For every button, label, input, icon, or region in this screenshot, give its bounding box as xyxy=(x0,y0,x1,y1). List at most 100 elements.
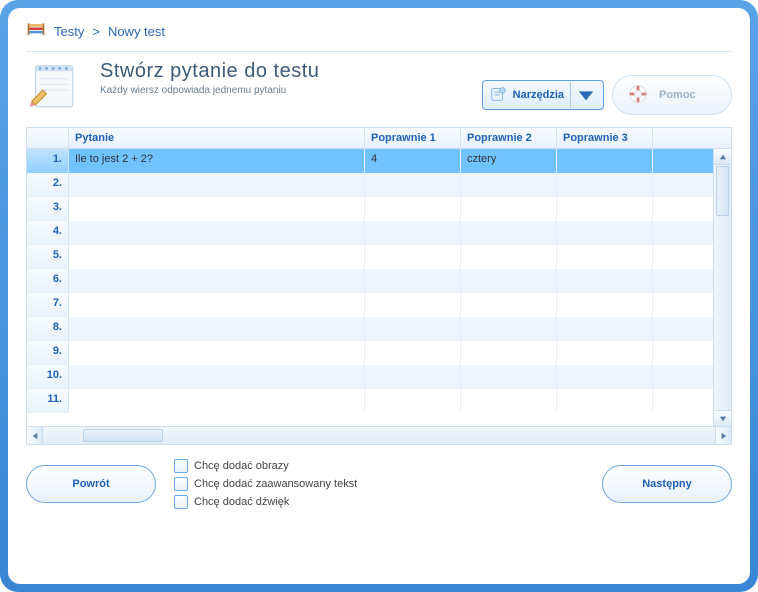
cell-correct2[interactable] xyxy=(461,389,557,413)
cell-correct2[interactable] xyxy=(461,269,557,293)
cell-correct1[interactable] xyxy=(365,245,461,269)
cell-correct1[interactable] xyxy=(365,365,461,389)
table-row[interactable]: 8. xyxy=(27,317,713,341)
table-row[interactable]: 7. xyxy=(27,293,713,317)
scroll-left-icon[interactable] xyxy=(27,427,43,444)
notepad-icon xyxy=(26,60,86,115)
tests-icon xyxy=(26,20,46,43)
cell-correct3[interactable] xyxy=(557,245,653,269)
cell-question[interactable] xyxy=(69,197,365,221)
col-correct1[interactable]: Poprawnie 1 xyxy=(365,128,461,148)
cell-correct2[interactable] xyxy=(461,365,557,389)
scroll-up-icon[interactable] xyxy=(714,149,731,165)
help-button[interactable]: Pomoc xyxy=(612,75,732,115)
back-button[interactable]: Powrót xyxy=(26,465,156,503)
cell-correct1[interactable] xyxy=(365,293,461,317)
cell-correct3[interactable] xyxy=(557,221,653,245)
cell-question[interactable] xyxy=(69,341,365,365)
cell-question[interactable] xyxy=(69,365,365,389)
cell-correct2[interactable]: cztery xyxy=(461,149,557,173)
checkbox-richtext[interactable] xyxy=(174,477,188,491)
cell-correct1[interactable] xyxy=(365,269,461,293)
table-row[interactable]: 5. xyxy=(27,245,713,269)
cell-correct3[interactable] xyxy=(557,293,653,317)
cell-correct1[interactable] xyxy=(365,389,461,413)
table-row[interactable]: 3. xyxy=(27,197,713,221)
help-label: Pomoc xyxy=(659,89,696,101)
breadcrumb-sep: > xyxy=(92,24,100,39)
cell-correct1[interactable]: 4 xyxy=(365,149,461,173)
col-scroll-spacer xyxy=(653,128,671,148)
cell-correct3[interactable] xyxy=(557,269,653,293)
table-row[interactable]: 9. xyxy=(27,341,713,365)
cell-correct3[interactable] xyxy=(557,173,653,197)
col-correct3[interactable]: Poprawnie 3 xyxy=(557,128,653,148)
grid-header: Pytanie Poprawnie 1 Poprawnie 2 Poprawni… xyxy=(27,128,731,149)
cell-correct2[interactable] xyxy=(461,173,557,197)
vertical-scrollbar[interactable] xyxy=(713,149,731,426)
scroll-down-icon[interactable] xyxy=(714,410,731,426)
table-row[interactable]: 10. xyxy=(27,365,713,389)
cell-question[interactable] xyxy=(69,245,365,269)
cell-correct3[interactable] xyxy=(557,341,653,365)
hscroll-thumb[interactable] xyxy=(83,429,163,442)
cell-question[interactable] xyxy=(69,293,365,317)
row-number: 10. xyxy=(27,365,69,389)
tools-label: Narzędzia xyxy=(513,89,564,101)
cell-correct3[interactable] xyxy=(557,365,653,389)
cell-correct2[interactable] xyxy=(461,317,557,341)
checkbox-images[interactable] xyxy=(174,459,188,473)
row-number: 9. xyxy=(27,341,69,365)
cell-correct2[interactable] xyxy=(461,221,557,245)
cell-question[interactable] xyxy=(69,317,365,341)
scroll-thumb[interactable] xyxy=(716,166,729,216)
scroll-right-icon[interactable] xyxy=(715,427,731,444)
cell-question[interactable] xyxy=(69,221,365,245)
table-row[interactable]: 4. xyxy=(27,221,713,245)
tools-button[interactable]: Narzędzia xyxy=(482,80,604,110)
cell-correct3[interactable] xyxy=(557,197,653,221)
check-label-sound: Chcę dodać dźwięk xyxy=(194,496,289,508)
col-correct2[interactable]: Poprawnie 2 xyxy=(461,128,557,148)
cell-correct1[interactable] xyxy=(365,317,461,341)
cell-question[interactable] xyxy=(69,269,365,293)
row-number: 2. xyxy=(27,173,69,197)
row-number: 6. xyxy=(27,269,69,293)
check-label-richtext: Chcę dodać zaawansowany tekst xyxy=(194,478,357,490)
cell-correct1[interactable] xyxy=(365,173,461,197)
check-label-images: Chcę dodać obrazy xyxy=(194,460,289,472)
row-number: 8. xyxy=(27,317,69,341)
cell-correct1[interactable] xyxy=(365,197,461,221)
check-add-sound: Chcę dodać dźwięk xyxy=(174,495,357,509)
next-button[interactable]: Następny xyxy=(602,465,732,503)
table-row[interactable]: 6. xyxy=(27,269,713,293)
cell-question[interactable] xyxy=(69,389,365,413)
table-row[interactable]: 1.Ile to jest 2 + 2?4cztery xyxy=(27,149,713,173)
check-add-images: Chcę dodać obrazy xyxy=(174,459,357,473)
cell-correct2[interactable] xyxy=(461,197,557,221)
breadcrumb-root[interactable]: Testy xyxy=(54,24,84,39)
lifebuoy-icon xyxy=(627,83,649,108)
row-number: 7. xyxy=(27,293,69,317)
col-number xyxy=(27,128,69,148)
cell-correct3[interactable] xyxy=(557,389,653,413)
table-row[interactable]: 11. xyxy=(27,389,713,413)
page-title: Stwórz pytanie do testu xyxy=(100,60,319,83)
row-number: 3. xyxy=(27,197,69,221)
cell-correct3[interactable] xyxy=(557,149,653,173)
col-question[interactable]: Pytanie xyxy=(69,128,365,148)
cell-correct1[interactable] xyxy=(365,341,461,365)
cell-question[interactable] xyxy=(69,173,365,197)
cell-correct2[interactable] xyxy=(461,341,557,365)
checkbox-sound[interactable] xyxy=(174,495,188,509)
questions-grid: Pytanie Poprawnie 1 Poprawnie 2 Poprawni… xyxy=(26,127,732,427)
cell-question[interactable]: Ile to jest 2 + 2? xyxy=(69,149,365,173)
cell-correct3[interactable] xyxy=(557,317,653,341)
cell-correct1[interactable] xyxy=(365,221,461,245)
cell-correct2[interactable] xyxy=(461,293,557,317)
table-row[interactable]: 2. xyxy=(27,173,713,197)
divider xyxy=(26,51,732,52)
row-number: 4. xyxy=(27,221,69,245)
horizontal-scrollbar[interactable] xyxy=(26,427,732,445)
cell-correct2[interactable] xyxy=(461,245,557,269)
